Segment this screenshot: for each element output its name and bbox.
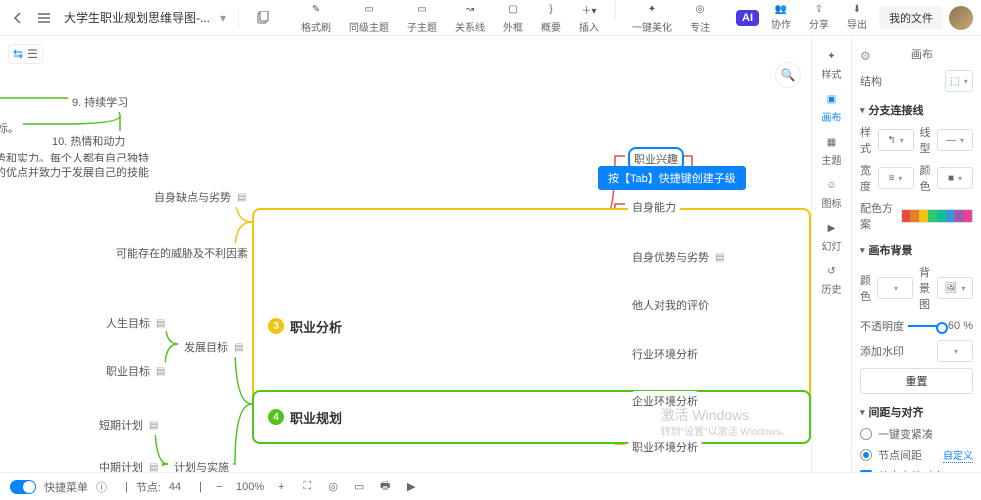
- avatar[interactable]: [949, 6, 973, 30]
- connector-linetype-select[interactable]: —: [937, 129, 973, 151]
- duplicate-icon[interactable]: [251, 6, 275, 30]
- format-brush-tool[interactable]: ✎格式刷: [293, 0, 339, 36]
- opacity-slider[interactable]: [908, 325, 944, 327]
- leaf-career-goal[interactable]: 职业目标▤: [102, 361, 169, 381]
- sibling-topic-tool[interactable]: ▭同级主题: [341, 0, 397, 36]
- bg-color-select[interactable]: [877, 277, 913, 299]
- divider: [615, 0, 616, 20]
- leaf-life-goal[interactable]: 人生目标▤: [102, 313, 169, 333]
- insert-tool[interactable]: ＋▾插入: [571, 0, 607, 36]
- leaf-others[interactable]: 他人对我的评价: [628, 295, 713, 315]
- vtool-history[interactable]: ↺历史: [814, 259, 850, 300]
- page-icon[interactable]: ▭: [350, 478, 368, 496]
- ai-badge[interactable]: AI: [736, 10, 759, 26]
- connector-style-select[interactable]: ↰: [878, 129, 914, 151]
- leaf-company[interactable]: 企业环境分析: [628, 391, 702, 411]
- note-icon[interactable]: ▤: [156, 366, 165, 377]
- vtool-icon[interactable]: ☺图标: [814, 173, 850, 214]
- connector-width-select[interactable]: ≡: [878, 167, 914, 189]
- structure-label: 结构: [860, 73, 882, 89]
- note-icon[interactable]: ▤: [149, 420, 158, 431]
- print-icon[interactable]: 🖶: [376, 478, 394, 496]
- present-icon[interactable]: ▶: [402, 478, 420, 496]
- palette-strip[interactable]: [901, 209, 973, 223]
- vtool-theme[interactable]: ▦主题: [814, 130, 850, 171]
- quickmenu-toggle[interactable]: [10, 480, 36, 494]
- zoom-out[interactable]: −: [210, 478, 228, 496]
- leaf-plan-impl[interactable]: 计划与实施: [170, 457, 233, 472]
- zoom-value: 100%: [236, 481, 264, 493]
- vtool-style[interactable]: ✦样式: [814, 44, 850, 85]
- share-icon[interactable]: ⇆: [13, 47, 23, 61]
- section-connector[interactable]: 分支连接线: [860, 102, 973, 118]
- collab-tool[interactable]: 👥协作: [765, 2, 797, 33]
- focus-tool[interactable]: ◎专注: [682, 0, 718, 36]
- document-title: 大学生职业规划思维导图-...: [64, 9, 210, 26]
- note-icon[interactable]: ▤: [234, 342, 243, 353]
- note-icon[interactable]: ▤: [237, 192, 246, 203]
- leaf-industry[interactable]: 行业环境分析: [628, 344, 702, 364]
- summary-tool[interactable]: }概要: [533, 0, 569, 36]
- leaf-cut3[interactable]: 己的优点并致力于发展自己的技能: [0, 162, 153, 182]
- my-files-button[interactable]: 我的文件: [879, 6, 943, 30]
- note-icon[interactable]: ▤: [715, 252, 724, 263]
- leaf-mid-plan[interactable]: 中期计划▤: [95, 457, 162, 472]
- section-align[interactable]: 间距与对齐: [860, 404, 973, 420]
- leaf-ability[interactable]: 自身能力: [628, 197, 680, 217]
- export-tool[interactable]: ⬇导出: [841, 2, 873, 33]
- divider: [238, 8, 239, 28]
- vtool-slide[interactable]: ▶幻灯: [814, 216, 850, 257]
- outline-list-icon[interactable]: ☰: [27, 47, 38, 61]
- search-button[interactable]: 🔍: [775, 62, 801, 88]
- menu-icon[interactable]: [34, 8, 54, 28]
- leaf-keep-learning[interactable]: 9. 持续学习: [68, 92, 132, 112]
- reset-button[interactable]: 重置: [860, 368, 973, 394]
- panel-title: 画布: [911, 42, 933, 70]
- chevron-down-icon[interactable]: ▾: [220, 11, 226, 25]
- radio-compact[interactable]: [860, 428, 872, 440]
- leaf-factors[interactable]: 可能存在的威胁及不利因素: [112, 243, 252, 263]
- custom-link[interactable]: 自定义: [943, 447, 973, 463]
- canvas[interactable]: ⇆ ☰ 🔍: [0, 36, 811, 472]
- quickmenu-label: 快捷菜单: [44, 479, 88, 495]
- panel-settings-icon[interactable]: ⚙: [860, 49, 871, 63]
- relation-tool[interactable]: ↝关系线: [447, 0, 493, 36]
- leaf-job-env[interactable]: 职业环境分析: [628, 437, 702, 457]
- structure-select[interactable]: ⬚: [945, 70, 973, 92]
- zoom-in[interactable]: +: [272, 478, 290, 496]
- leaf-self-weak[interactable]: 自身缺点与劣势▤: [150, 187, 250, 207]
- fit-icon[interactable]: ⛶: [298, 478, 316, 496]
- beautify-tool[interactable]: ✦一键美化: [624, 0, 680, 36]
- location-icon[interactable]: ◎: [324, 478, 342, 496]
- connector-color-select[interactable]: ■: [937, 167, 973, 189]
- tab-hint: 按【Tab】快捷键创建子级: [598, 166, 746, 190]
- radio-spacing[interactable]: [860, 449, 872, 461]
- note-icon[interactable]: ▤: [149, 462, 158, 473]
- leaf-short-plan[interactable]: 短期计划▤: [95, 415, 162, 435]
- leaf-advantage[interactable]: 自身优势与劣势▤: [628, 247, 728, 267]
- leaf-dev-goal[interactable]: 发展目标▤: [180, 337, 247, 357]
- main-node-4[interactable]: 4职业规划: [252, 390, 811, 444]
- child-topic-tool[interactable]: ▭子主题: [399, 0, 445, 36]
- outline-tool[interactable]: ▢外框: [495, 0, 531, 36]
- vtool-canvas[interactable]: ▣画布: [814, 87, 850, 128]
- bg-image-select[interactable]: 🖼: [937, 277, 973, 299]
- leaf-cut1[interactable]: 目标。: [0, 118, 23, 138]
- share-tool[interactable]: ⇪分享: [803, 2, 835, 33]
- side-toggle[interactable]: ⇆ ☰: [8, 44, 43, 64]
- section-background[interactable]: 画布背景: [860, 242, 973, 258]
- back-button[interactable]: [8, 8, 28, 28]
- watermark-select[interactable]: [937, 340, 973, 362]
- note-icon[interactable]: ▤: [156, 318, 165, 329]
